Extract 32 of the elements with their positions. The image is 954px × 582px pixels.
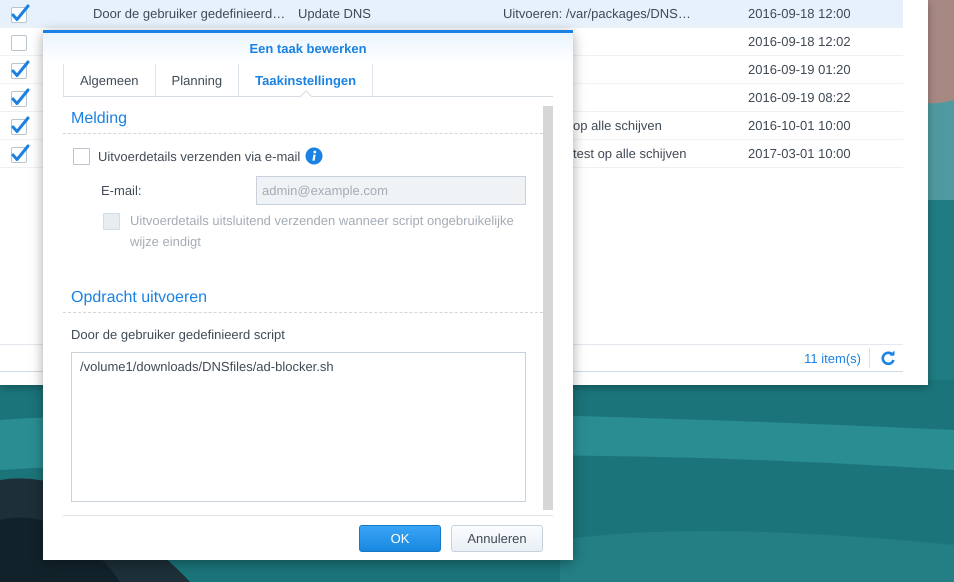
table-cell: Update DNS [298, 6, 371, 21]
item-count: 11 item(s) [804, 350, 862, 366]
checkbox[interactable] [8, 88, 30, 108]
table-cell: op alle schijven [573, 118, 662, 133]
refresh-icon[interactable] [880, 350, 896, 366]
table-cell: Uitvoeren: /var/packages/DNS… [503, 6, 691, 21]
dialog-title: Een taak bewerken [249, 41, 367, 56]
script-field[interactable]: /volume1/downloads/DNSfiles/ad-blocker.sh [71, 352, 526, 502]
table-cell: 2016-09-19 01:20 [748, 62, 851, 77]
table-cell: 2016-09-18 12:02 [748, 34, 851, 49]
table-cell: 2016-09-18 12:00 [748, 6, 851, 21]
checkbox[interactable] [8, 60, 30, 80]
table-row[interactable]: Door de gebruiker gedefinieerd… Update DNS Uitvoeren: /var/packages/DNS… 2016-09-18 12:00 [0, 0, 903, 28]
table-cell: 2017-03-01 10:00 [748, 146, 851, 161]
tab[interactable]: Taakinstellingen [238, 64, 374, 96]
table-cell: Door de gebruiker gedefinieerd… [93, 6, 286, 21]
table-cell: 2016-09-19 08:22 [748, 90, 851, 105]
tab[interactable]: Algemeen [63, 64, 155, 96]
checkbox[interactable] [8, 144, 30, 164]
checkbox-label: Uitvoerdetails uitsluitend verzenden wanneer script ongebruikelijke wijze eindigt [130, 212, 515, 251]
checkbox[interactable] [8, 4, 30, 24]
field-label: E-mail: [101, 183, 142, 198]
scrollbar[interactable] [543, 106, 553, 510]
info-icon[interactable] [305, 147, 324, 165]
field-label: Door de gebruiker gedefinieerd script [70, 326, 286, 342]
checkbox[interactable] [73, 148, 90, 164]
checkbox[interactable] [8, 116, 30, 136]
table-cell: test op alle schijven [573, 146, 686, 161]
cancel-button[interactable]: Annuleren [451, 524, 543, 552]
checkbox-label: Uitvoerdetails verzenden via e-mail [98, 148, 300, 164]
table-cell: 2016-10-01 10:00 [748, 118, 851, 133]
tab[interactable]: Planning [154, 64, 238, 96]
